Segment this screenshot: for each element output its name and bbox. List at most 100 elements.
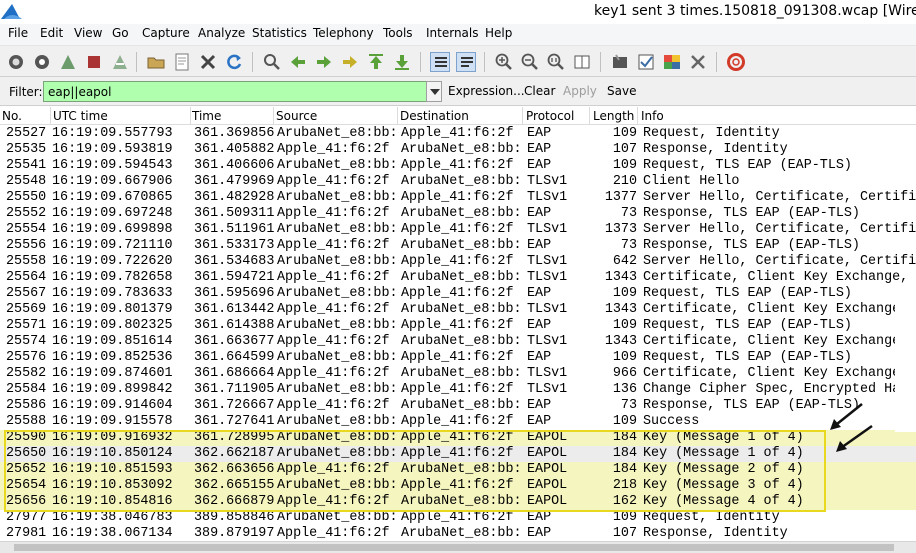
packet-utc-time: 16:19:09.851614 [52,334,173,349]
packet-row[interactable]: 25569 16:19:09.801379 361.613442 Apple_41:f… [0,302,916,318]
save-file-icon[interactable] [172,52,192,72]
column-divider[interactable] [637,107,638,125]
display-filter-input[interactable] [43,81,427,102]
expression-button[interactable]: Expression... [448,84,525,98]
packet-row[interactable]: 25567 16:19:09.783633 361.595696 ArubaNet_e… [0,286,916,302]
menu-help[interactable]: Help [485,26,512,40]
column-divider[interactable] [50,107,51,125]
menu-tools[interactable]: Tools [383,26,413,40]
column-divider[interactable] [397,107,398,125]
packet-source: ArubaNet_e8:bb: [277,446,398,461]
go-last-icon[interactable] [392,52,412,72]
packet-row[interactable]: 25574 16:19:09.851614 361.663677 Apple_41:f… [0,334,916,350]
packet-row[interactable]: 25556 16:19:09.721110 361.533173 Apple_41:f… [0,238,916,254]
packet-row[interactable]: 25590 16:19:09.916932 361.728995 ArubaNet_e… [0,430,916,446]
column-header-utc-time[interactable]: UTC time [53,109,108,123]
menu-analyze[interactable]: Analyze [198,26,245,40]
scrollbar-thumb[interactable] [14,544,894,551]
menu-internals[interactable]: Internals [426,26,479,40]
column-divider[interactable] [190,107,191,125]
packet-row[interactable]: 27977 16:19:38.046783 389.858846 ArubaNet_e… [0,510,916,526]
column-header-destination[interactable]: Destination [400,109,469,123]
zoom-normal-icon[interactable] [546,52,566,72]
zoom-in-icon[interactable] [494,52,514,72]
packet-row[interactable]: 25554 16:19:09.699898 361.511961 ArubaNet_e… [0,222,916,238]
packet-destination: Apple_41:f6:2f [401,254,514,269]
packet-row[interactable]: 25652 16:19:10.851593 362.663656 Apple_41:f… [0,462,916,478]
clear-filter-button[interactable]: Clear [524,84,555,98]
packet-row[interactable]: 25576 16:19:09.852536 361.664599 ArubaNet_e… [0,350,916,366]
display-filters-icon[interactable] [636,52,656,72]
packet-row[interactable]: 25558 16:19:09.722620 361.534683 ArubaNet_e… [0,254,916,270]
packet-row[interactable]: 25550 16:19:09.670865 361.482928 ArubaNet_e… [0,190,916,206]
packet-row[interactable]: 25582 16:19:09.874601 361.686664 Apple_41:f… [0,366,916,382]
packet-source: Apple_41:f6:2f [277,270,390,285]
preferences-icon[interactable] [688,52,708,72]
go-to-packet-icon[interactable] [340,52,360,72]
packet-length: 642 [612,254,637,269]
close-file-icon[interactable] [198,52,218,72]
packet-list[interactable]: 25527 16:19:09.557793 361.369856 ArubaNet_e… [0,126,916,541]
packet-row[interactable]: 25527 16:19:09.557793 361.369856 ArubaNet_e… [0,126,916,142]
apply-filter-button[interactable]: Apply [563,84,597,98]
packet-number: 25548 [6,174,47,189]
packet-info: Key (Message 2 of 4) [643,462,804,477]
resize-columns-icon[interactable] [572,52,592,72]
column-header-time[interactable]: Time [192,109,221,123]
packet-number: 25590 [6,430,47,445]
packet-protocol: TLSv1 [527,174,568,189]
find-packet-icon[interactable] [262,52,282,72]
packet-row[interactable]: 25564 16:19:09.782658 361.594721 Apple_41:f… [0,270,916,286]
packet-length: 73 [620,398,637,413]
menu-capture[interactable]: Capture [142,26,190,40]
reload-icon[interactable] [224,52,244,72]
interface-list-icon[interactable] [6,52,26,72]
go-first-icon[interactable] [366,52,386,72]
open-file-icon[interactable] [146,52,166,72]
start-capture-icon[interactable] [58,52,78,72]
packet-row[interactable]: 25548 16:19:09.667906 361.479969 Apple_41:f… [0,174,916,190]
packet-length: 109 [612,158,637,173]
chevron-down-icon [430,89,440,95]
colorize-icon[interactable] [430,52,450,72]
stop-capture-icon[interactable] [84,52,104,72]
coloring-rules-icon[interactable] [662,52,682,72]
menu-go[interactable]: Go [112,26,129,40]
menu-telephony[interactable]: Telephony [313,26,374,40]
menu-edit[interactable]: Edit [40,26,63,40]
packet-row[interactable]: 25588 16:19:09.915578 361.727641 ArubaNet_e… [0,414,916,430]
go-forward-icon[interactable] [314,52,334,72]
save-filter-button[interactable]: Save [607,84,636,98]
column-divider[interactable] [273,107,274,125]
column-header-protocol[interactable]: Protocol [526,109,574,123]
packet-row[interactable]: 27981 16:19:38.067134 389.879197 Apple_41:f… [0,526,916,541]
column-header-length[interactable]: Length [593,109,634,123]
capture-options-icon[interactable] [32,52,52,72]
horizontal-scrollbar[interactable] [0,541,916,553]
menu-statistics[interactable]: Statistics [252,26,307,40]
packet-row[interactable]: 25654 16:19:10.853092 362.665155 ArubaNet_e… [0,478,916,494]
zoom-out-icon[interactable] [520,52,540,72]
packet-row[interactable]: 25586 16:19:09.914604 361.726667 Apple_41:f… [0,398,916,414]
capture-filters-icon[interactable] [610,52,630,72]
menu-view[interactable]: View [74,26,102,40]
column-divider[interactable] [589,107,590,125]
packet-destination: Apple_41:f6:2f [401,286,514,301]
packet-row[interactable]: 25584 16:19:09.899842 361.711905 ArubaNet_e… [0,382,916,398]
packet-row[interactable]: 25656 16:19:10.854816 362.666879 Apple_41:f… [0,494,916,510]
column-header-no[interactable]: No. [2,109,22,123]
go-back-icon[interactable] [288,52,308,72]
packet-row[interactable]: 25535 16:19:09.593819 361.405882 Apple_41:f… [0,142,916,158]
restart-capture-icon[interactable] [110,52,130,72]
column-header-source[interactable]: Source [276,109,317,123]
packet-row[interactable]: 25650 16:19:10.850124 362.662187 ArubaNet_e… [0,446,916,462]
menu-file[interactable]: File [8,26,28,40]
packet-row[interactable]: 25541 16:19:09.594543 361.406606 ArubaNet_e… [0,158,916,174]
column-divider[interactable] [522,107,523,125]
autoscroll-icon[interactable] [456,52,476,72]
help-icon[interactable] [726,52,746,72]
packet-row[interactable]: 25552 16:19:09.697248 361.509311 Apple_41:f… [0,206,916,222]
filter-history-dropdown[interactable] [426,81,442,102]
column-header-info[interactable]: Info [641,109,664,123]
packet-row[interactable]: 25571 16:19:09.802325 361.614388 ArubaNet_e… [0,318,916,334]
